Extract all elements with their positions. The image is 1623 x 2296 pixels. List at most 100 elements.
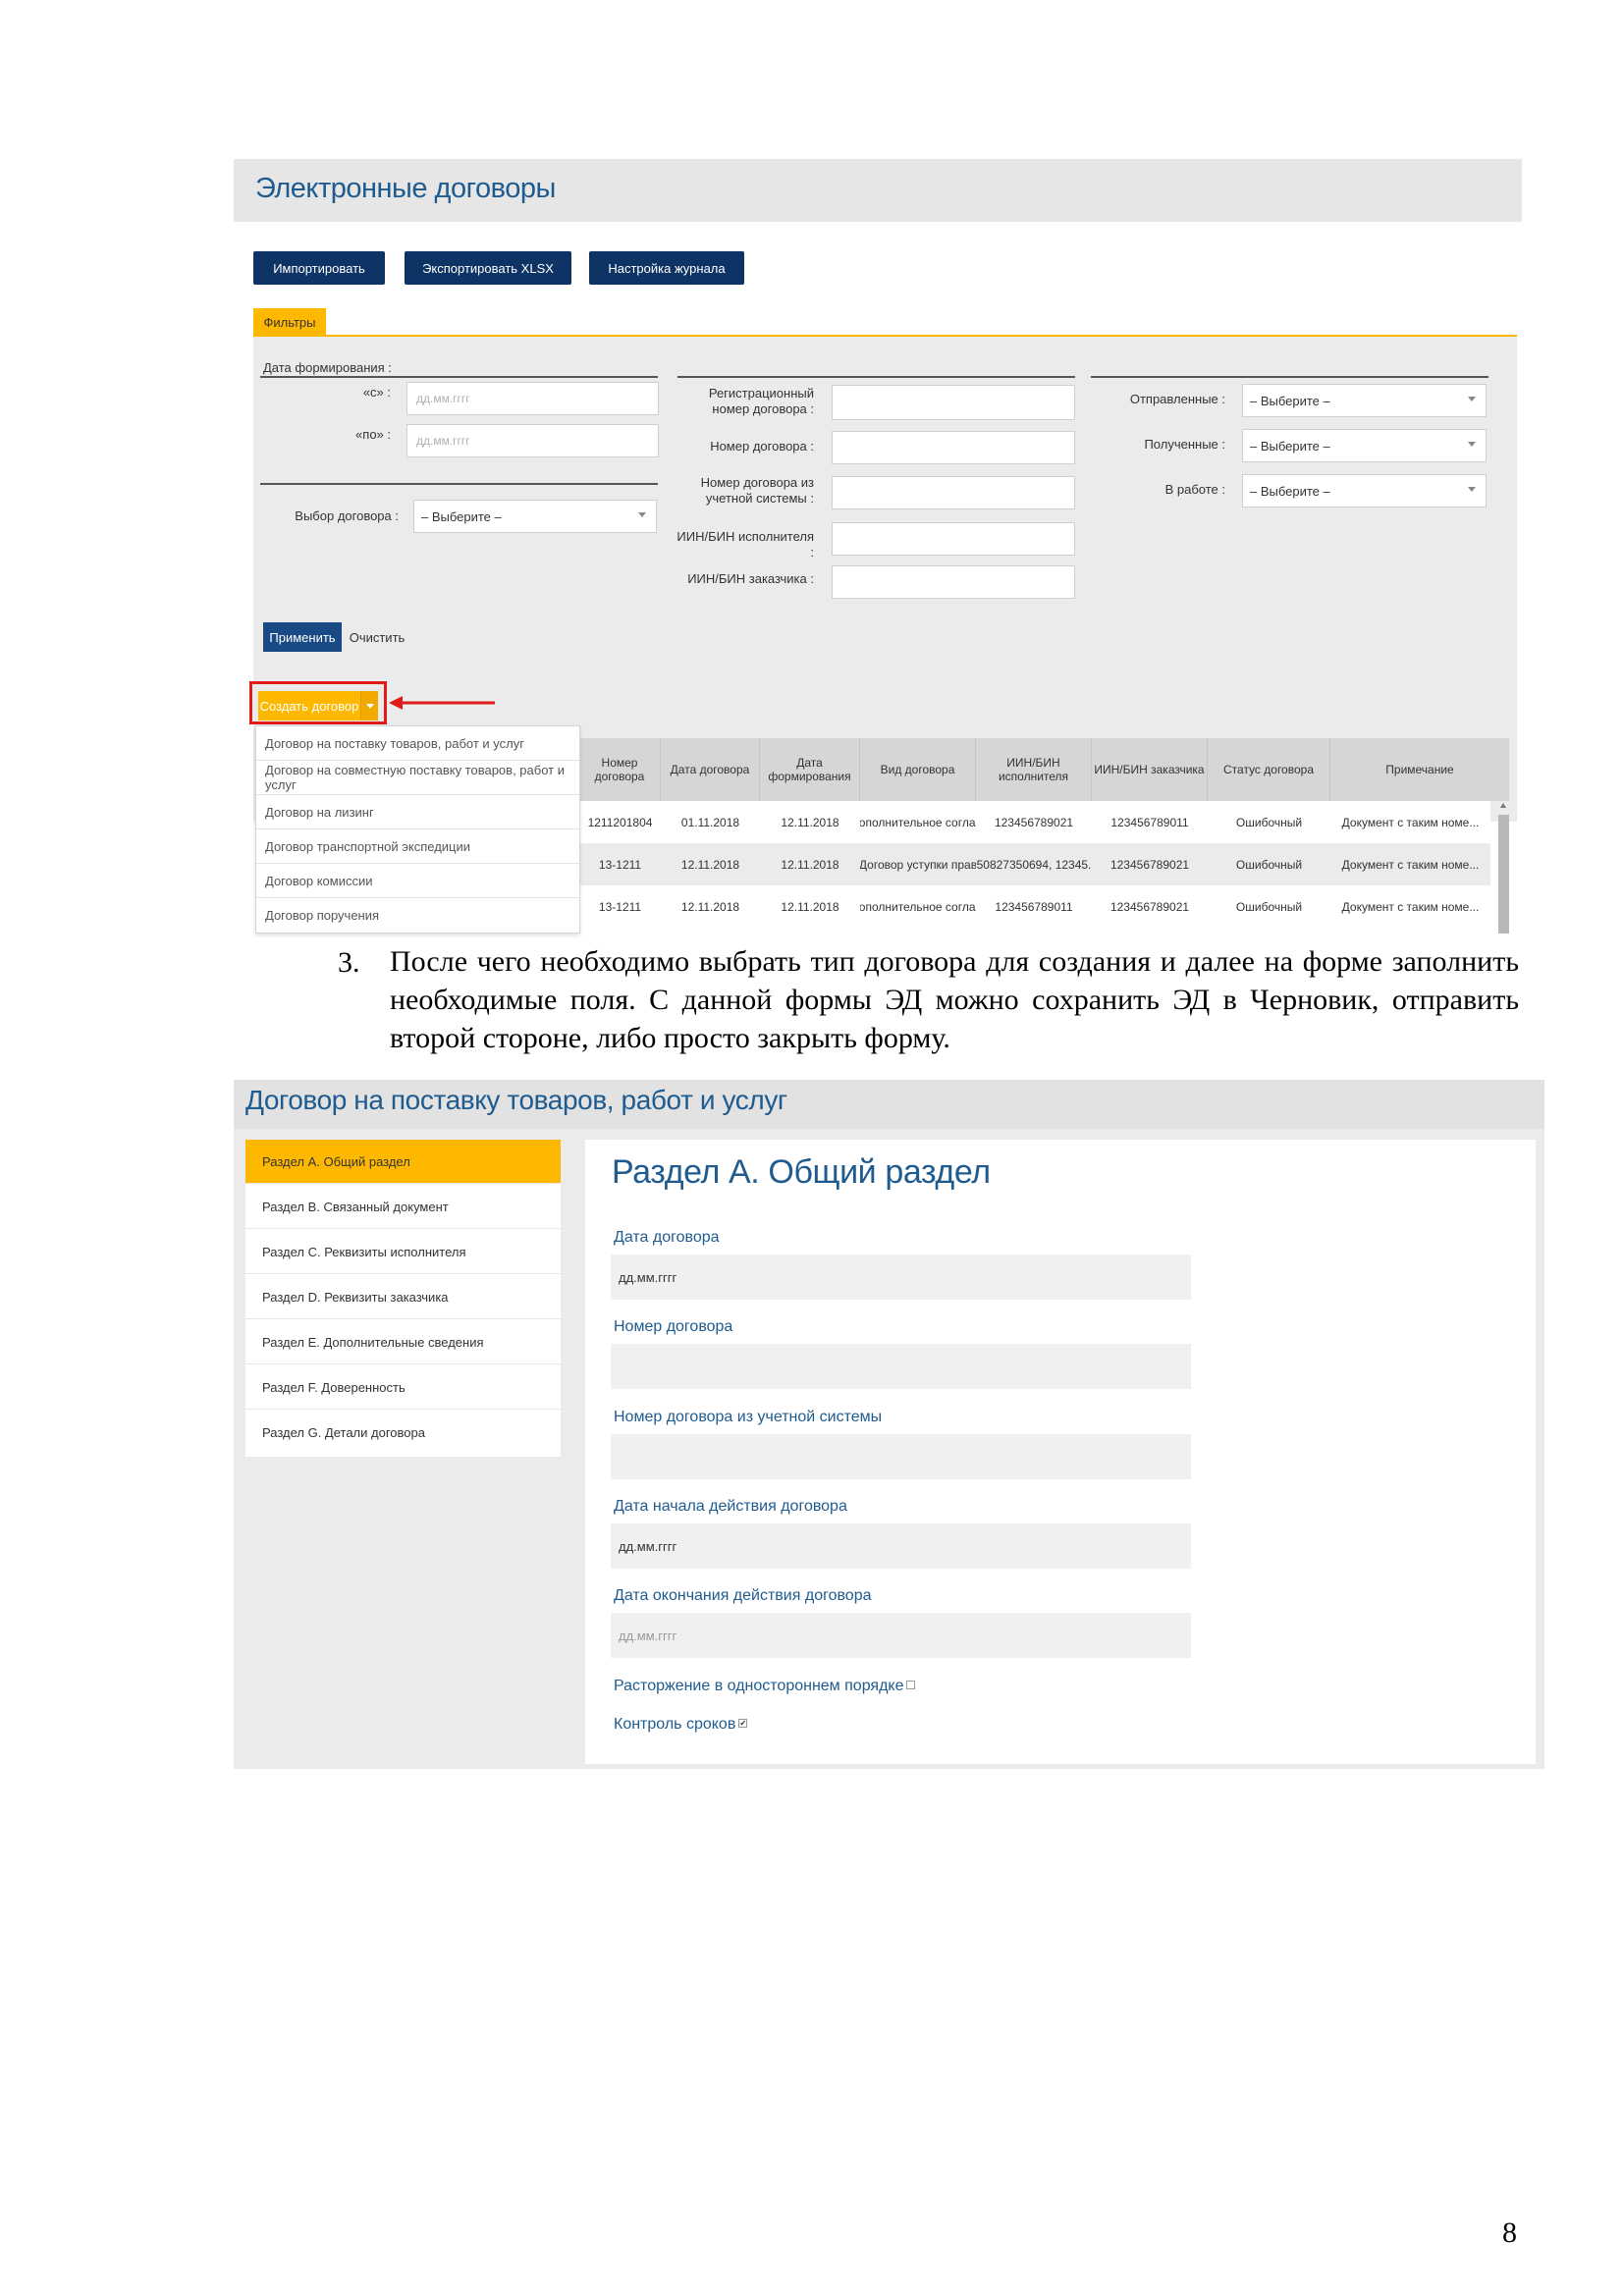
table-cell: 123456789011 xyxy=(995,899,1073,914)
instruction-paragraph: После чего необходимо выбрать тип догово… xyxy=(390,945,1519,1054)
sent-select[interactable]: – Выберите – xyxy=(1242,384,1487,417)
table-cell: 12.11.2018 xyxy=(680,899,740,914)
create-contract-button[interactable]: Создать договор xyxy=(258,691,360,721)
end-date-label: Дата окончания действия договора xyxy=(614,1587,872,1604)
in-work-select[interactable]: – Выберите – xyxy=(1242,474,1487,507)
executor-iin-label: ИИН/БИН исполнителя : xyxy=(676,529,814,560)
section-content: Раздел А. Общий раздел Дата договора дд.… xyxy=(585,1140,1536,1764)
column-header[interactable]: ИИН/БИН заказчика xyxy=(1092,738,1208,801)
received-label: Полученные : xyxy=(1144,437,1225,452)
column-header[interactable]: Статус договора xyxy=(1208,738,1330,801)
column-header[interactable]: Номер договора xyxy=(579,738,661,801)
executor-iin-input[interactable] xyxy=(832,522,1075,556)
table-cell: 12.11.2018 xyxy=(781,899,839,914)
sidebar-item-section-g[interactable]: Раздел G. Детали договора xyxy=(245,1411,561,1455)
column-header[interactable]: Дата договора xyxy=(661,738,760,801)
accounting-number-input[interactable] xyxy=(832,476,1075,509)
middle-column-divider xyxy=(677,376,1075,378)
table-cell: Документ с таким номе... xyxy=(1341,899,1480,914)
table-cell: 123456789021 xyxy=(1109,857,1190,872)
termination-label: Расторжение в одностороннем порядке xyxy=(614,1678,904,1694)
column-header[interactable]: Вид договора xyxy=(860,738,976,801)
sidebar-item-section-b[interactable]: Раздел B. Связанный документ xyxy=(245,1185,561,1229)
menu-item-assignment-contract[interactable]: Договор поручения xyxy=(256,898,579,933)
menu-item-leasing-contract[interactable]: Договор на лизинг xyxy=(256,795,579,829)
page-title: Электронные договоры xyxy=(255,173,556,204)
sidebar-item-section-d[interactable]: Раздел D. Реквизиты заказчика xyxy=(245,1275,561,1319)
menu-item-supply-contract[interactable]: Договор на поставку товаров, работ и усл… xyxy=(256,726,579,761)
received-value: – Выберите – xyxy=(1250,438,1330,454)
deadline-control-label: Контроль сроков xyxy=(614,1716,736,1733)
contract-form-screenshot: Договор на поставку товаров, работ и усл… xyxy=(234,1080,1544,1769)
date-group-divider xyxy=(260,376,658,378)
date-to-input[interactable]: дд.мм.гггг xyxy=(406,424,659,457)
reg-number-input[interactable] xyxy=(832,385,1075,420)
column-header[interactable]: ИИН/БИН исполнителя xyxy=(976,738,1092,801)
table-cell: 123456789021 xyxy=(994,815,1074,829)
sidebar-item-section-c[interactable]: Раздел C. Реквизиты исполнителя xyxy=(245,1230,561,1274)
scroll-up-icon[interactable] xyxy=(1500,803,1506,808)
table-cell: Ошибочный xyxy=(1235,899,1303,914)
table-cell: 13-1211 xyxy=(598,899,642,914)
table-cell: 123456789021 xyxy=(1109,899,1190,914)
contract-choice-value: – Выберите – xyxy=(421,508,502,524)
column-header[interactable]: Дата формирования xyxy=(760,738,860,801)
table-cell: 12.11.2018 xyxy=(781,815,839,829)
table-row[interactable]: 1211201804 01.11.2018 12.11.2018 Дополни… xyxy=(579,801,1490,843)
table-row[interactable]: 13-1211 12.11.2018 12.11.2018 Договор ус… xyxy=(579,843,1490,885)
export-xlsx-button[interactable]: Экспортировать XLSX xyxy=(405,251,571,285)
journal-header: Электронные договоры xyxy=(234,159,1522,222)
chevron-down-icon xyxy=(1468,397,1476,401)
termination-checkbox[interactable] xyxy=(906,1681,916,1690)
table-cell: 1211201804 xyxy=(587,815,653,829)
contract-number-label: Номер договора : xyxy=(710,439,814,454)
contract-date-label: Дата договора xyxy=(614,1229,720,1246)
form-title: Договор на поставку товаров, работ и усл… xyxy=(245,1085,787,1115)
sent-value: – Выберите – xyxy=(1250,393,1330,408)
sidebar-item-section-e[interactable]: Раздел E. Дополнительные сведения xyxy=(245,1320,561,1364)
sidebar-item-section-f[interactable]: Раздел F. Доверенность xyxy=(245,1365,561,1410)
customer-iin-input[interactable] xyxy=(832,565,1075,599)
table-cell: Дополнительное согла... xyxy=(860,815,976,829)
contract-choice-select[interactable]: – Выберите – xyxy=(413,500,657,533)
contract-number-label: Номер договора xyxy=(614,1318,733,1335)
menu-item-commission-contract[interactable]: Договор комиссии xyxy=(256,864,579,898)
column-header[interactable]: Примечание xyxy=(1330,738,1509,801)
list-item-number: 3. xyxy=(338,946,360,979)
import-button[interactable]: Импортировать xyxy=(253,251,385,285)
table-cell: Договор уступки прав xyxy=(860,857,976,872)
menu-item-forwarding-contract[interactable]: Договор транспортной экспедиции xyxy=(256,829,579,864)
accounting-number-input[interactable] xyxy=(611,1434,1191,1479)
end-date-input[interactable]: дд.мм.гггг xyxy=(611,1613,1191,1658)
sent-label: Отправленные : xyxy=(1129,392,1225,406)
received-select[interactable]: – Выберите – xyxy=(1242,429,1487,462)
contract-number-input[interactable] xyxy=(832,431,1075,464)
apply-filters-button[interactable]: Применить xyxy=(263,622,342,652)
chevron-down-icon xyxy=(638,512,646,517)
filters-tab[interactable]: Фильтры xyxy=(253,308,326,336)
deadline-control-checkbox[interactable]: ✔ xyxy=(738,1719,748,1729)
date-from-input[interactable]: дд.мм.гггг xyxy=(406,382,659,415)
in-work-label: В работе : xyxy=(1164,482,1225,497)
clear-filters-button[interactable]: Очистить xyxy=(344,622,410,652)
customer-iin-label: ИИН/БИН заказчика : xyxy=(687,571,814,586)
right-column-divider xyxy=(1091,376,1488,378)
red-arrow-icon xyxy=(389,696,495,710)
sidebar-item-section-a[interactable]: Раздел А. Общий раздел xyxy=(245,1140,561,1184)
start-date-input[interactable]: дд.мм.гггг xyxy=(611,1523,1191,1569)
reg-number-label: Регистрационный номер договора : xyxy=(708,386,814,416)
date-group-label: Дата формирования : xyxy=(263,360,392,375)
create-contract-dropdown-toggle[interactable] xyxy=(360,691,378,721)
journal-settings-button[interactable]: Настройка журнала xyxy=(589,251,744,285)
contract-number-input[interactable] xyxy=(611,1344,1191,1389)
menu-item-joint-supply-contract[interactable]: Договор на совместную поставку товаров, … xyxy=(256,761,579,795)
table-scrollbar-thumb[interactable] xyxy=(1498,815,1509,934)
contract-choice-divider xyxy=(260,483,658,485)
create-contract-menu: Договор на поставку товаров, работ и усл… xyxy=(255,725,580,934)
table-cell: Ошибочный xyxy=(1235,815,1303,829)
start-date-label: Дата начала действия договора xyxy=(614,1498,847,1515)
table-row[interactable]: 13-1211 12.11.2018 12.11.2018 Дополнител… xyxy=(579,885,1490,928)
from-label: «с» : xyxy=(362,385,391,400)
form-header: Договор на поставку товаров, работ и усл… xyxy=(234,1080,1544,1129)
contract-date-input[interactable]: дд.мм.гггг xyxy=(611,1255,1191,1300)
